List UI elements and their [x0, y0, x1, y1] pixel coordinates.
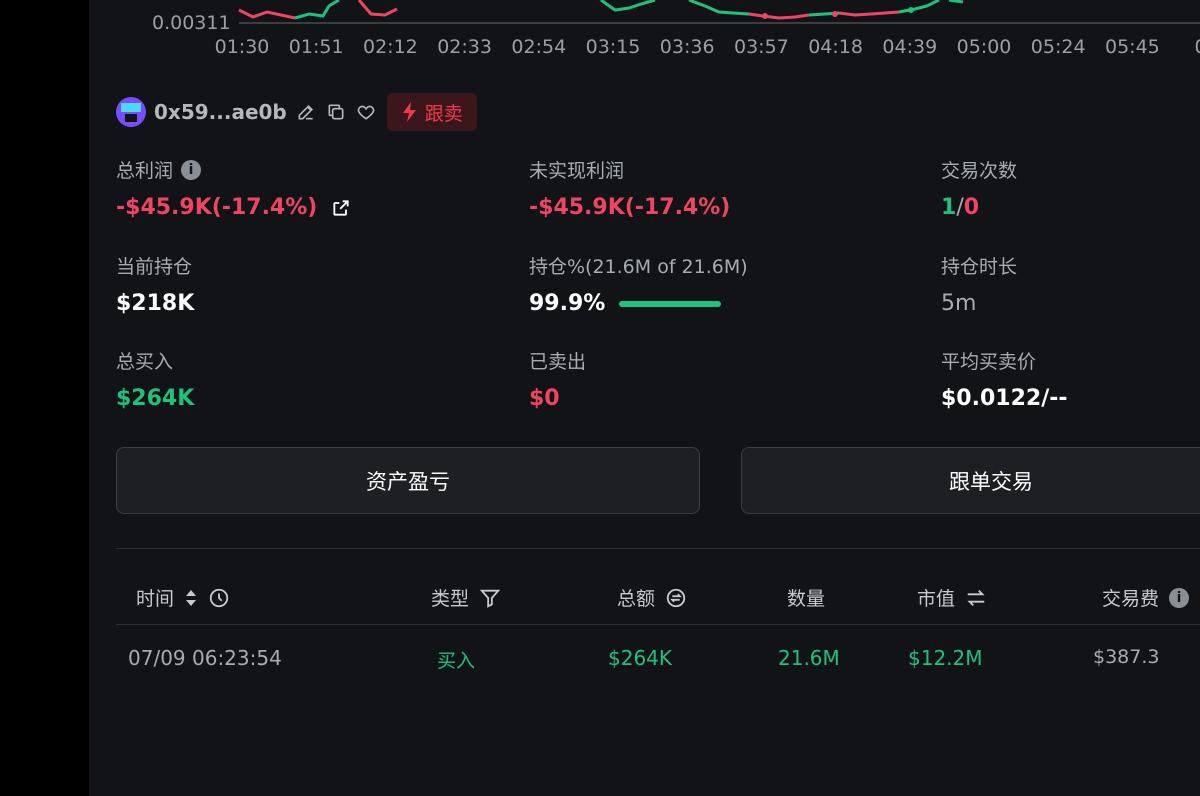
chart-marker-red-2: [832, 11, 838, 17]
x-tick-label: 03:57: [734, 36, 789, 58]
follow-sell-button[interactable]: 跟卖: [386, 93, 477, 131]
col-header-quantity: 数量: [787, 588, 826, 610]
total-profit-label: 总利润 i: [116, 156, 202, 183]
total-bought-label: 总买入: [116, 351, 174, 373]
total-bought-value: $264K: [116, 386, 195, 411]
count-separator: /: [956, 195, 964, 220]
sold-label: 已卖出: [529, 351, 587, 373]
position-pct-label: 持仓%(21.6M of 21.6M): [529, 256, 748, 278]
trade-count-label: 交易次数: [941, 160, 1018, 182]
info-icon[interactable]: i: [1169, 587, 1190, 608]
col-header-time-label: 时间: [136, 588, 175, 610]
col-header-time[interactable]: 时间: [136, 584, 230, 611]
x-tick-label: 03:15: [585, 36, 641, 58]
x-tick-label: 03:36: [659, 36, 715, 58]
buy-count: 1: [941, 195, 957, 220]
avg-price-value: $0.0122/--: [941, 386, 1068, 411]
price-line-green-1: [294, 0, 340, 20]
y-tick-label: 0.00311: [152, 12, 231, 34]
swap-currency-icon[interactable]: [665, 587, 687, 609]
unrealized-profit-value: -$45.9K(-17.4%): [529, 195, 731, 220]
avg-price-label: 平均买卖价: [941, 351, 1037, 373]
total-profit-label-text: 总利润: [116, 160, 174, 182]
table-header-divider: [116, 624, 1200, 625]
copy-trade-button[interactable]: 跟单交易: [741, 447, 1200, 514]
row-fee: $387.3: [1093, 646, 1160, 668]
trade-count-value: 1 / 0: [941, 195, 979, 220]
col-header-type-label: 类型: [431, 588, 470, 610]
position-pct-value: 99.9%: [529, 291, 722, 316]
hold-duration-label: 持仓时长: [941, 256, 1018, 278]
avatar[interactable]: [116, 97, 146, 127]
unrealized-profit-label: 未实现利润: [529, 160, 625, 182]
heart-icon[interactable]: [355, 101, 377, 123]
follow-sell-label: 跟卖: [424, 102, 463, 125]
x-tick-label: 02:54: [511, 36, 567, 58]
sell-count: 0: [963, 195, 980, 220]
row-time: 07/09 06:23:54: [128, 646, 282, 670]
col-header-total-label: 总额: [617, 588, 656, 610]
edit-icon[interactable]: [295, 101, 317, 123]
row-type: 买入: [437, 650, 476, 672]
x-tick-label: 01:30: [214, 36, 270, 58]
price-line-red-2: [357, 0, 398, 17]
total-profit-value-text: -$45.9K(-17.4%): [116, 195, 318, 220]
col-header-type[interactable]: 类型: [431, 584, 501, 611]
swap-icon[interactable]: [965, 587, 987, 609]
x-tick-label: 05:24: [1030, 36, 1086, 58]
external-link-icon[interactable]: [331, 198, 351, 218]
x-tick-label: 04:39: [882, 36, 938, 58]
asset-pnl-button[interactable]: 资产盈亏: [116, 447, 700, 514]
price-line-red-1: [238, 8, 296, 20]
info-icon[interactable]: i: [181, 159, 202, 180]
col-header-market-value[interactable]: 市值: [917, 584, 987, 611]
x-tick-label: 06: [1195, 36, 1200, 58]
trader-detail-panel: 0.00311 01:30 01:51 02:12 02:33 02:54 03:15 03…: [89, 0, 1200, 796]
x-tick-label: 02:33: [437, 36, 492, 58]
price-line-green-3: [688, 0, 750, 16]
filter-icon[interactable]: [479, 587, 501, 609]
current-position-label: 当前持仓: [116, 256, 193, 278]
position-pct-text: 99.9%: [529, 291, 606, 316]
price-line-green-2: [600, 0, 656, 12]
sort-icon[interactable]: [184, 587, 198, 609]
x-tick-label: 02:12: [363, 36, 418, 58]
x-tick-label: 05:00: [956, 36, 1012, 58]
col-header-market-value-label: 市值: [917, 588, 956, 610]
row-market-value: $12.2M: [908, 646, 983, 670]
price-line-red-3: [748, 12, 810, 20]
col-header-fee-label: 交易费: [1102, 588, 1160, 610]
lightning-icon: [402, 102, 416, 122]
chart-marker-green: [908, 7, 914, 13]
chart-marker-red: [762, 13, 768, 19]
col-header-total[interactable]: 总额: [617, 584, 687, 611]
sold-value: $0: [529, 386, 560, 411]
price-line-red-4: [838, 10, 900, 17]
copy-icon[interactable]: [325, 101, 347, 123]
row-total: $264K: [608, 646, 673, 670]
section-divider: [116, 548, 1200, 549]
col-header-fee: 交易费 i: [1102, 584, 1190, 611]
current-position-value: $218K: [116, 291, 195, 316]
position-progress-bar: [619, 300, 722, 307]
wallet-address[interactable]: 0x59...ae0b: [154, 100, 287, 124]
row-quantity: 21.6M: [778, 646, 840, 670]
total-profit-value: -$45.9K(-17.4%): [116, 195, 351, 220]
price-line-green-6: [948, 0, 964, 4]
x-tick-label: 04:18: [808, 36, 863, 58]
trader-header: 0x59...ae0b 跟卖: [116, 93, 477, 131]
price-line-green-5: [898, 0, 940, 14]
x-tick-label: 01:51: [288, 36, 344, 58]
x-tick-label: 05:45: [1105, 36, 1160, 58]
x-axis-labels: 01:30 01:51 02:12 02:33 02:54 03:15 03:36 03:57…: [89, 36, 1200, 60]
hold-duration-value: 5m: [941, 291, 977, 316]
clock-icon[interactable]: [208, 587, 230, 609]
